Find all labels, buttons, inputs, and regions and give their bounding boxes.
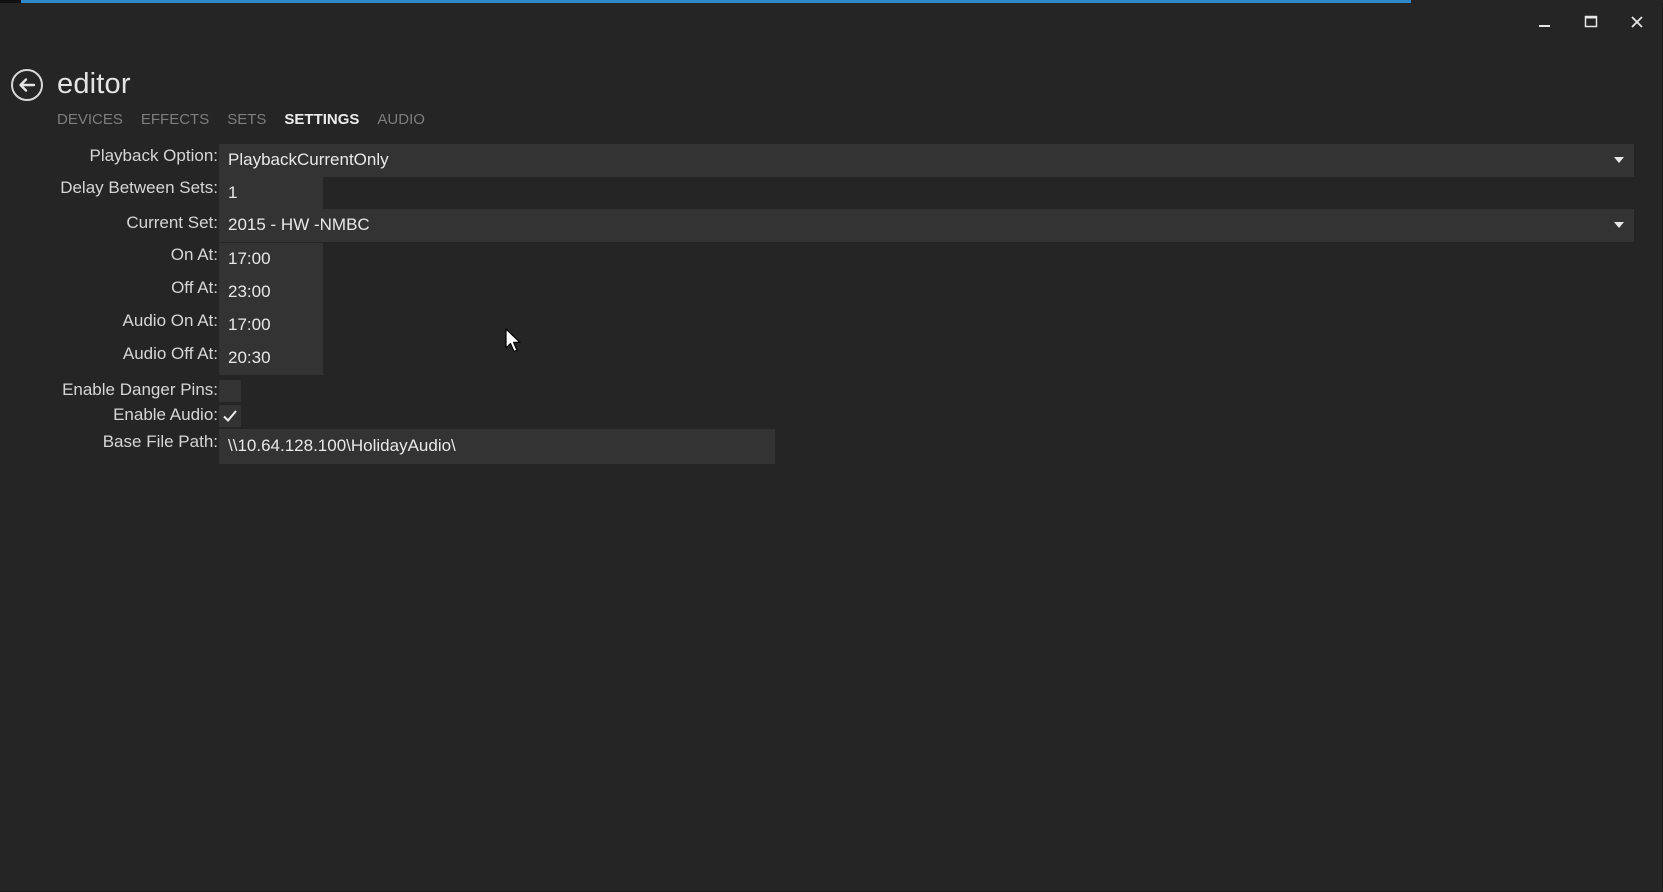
close-button[interactable] xyxy=(1619,10,1655,34)
chevron-down-icon xyxy=(1614,157,1624,163)
tab-bar: DEVICES EFFECTS SETS SETTINGS AUDIO xyxy=(57,110,425,130)
tab-devices[interactable]: DEVICES xyxy=(57,110,123,130)
playback-option-label: Playback Option: xyxy=(89,146,218,165)
tab-settings[interactable]: SETTINGS xyxy=(284,110,359,130)
mouse-cursor-icon xyxy=(505,328,521,353)
page-title: editor xyxy=(57,68,131,100)
maximize-icon xyxy=(1584,15,1598,28)
current-set-value: 2015 - HW -NMBC xyxy=(228,215,370,234)
top-accent-bar xyxy=(21,0,1411,3)
tab-effects[interactable]: EFFECTS xyxy=(141,110,209,130)
audio-on-at-label: Audio On At: xyxy=(122,311,218,330)
off-at-label: Off At: xyxy=(171,278,218,297)
delay-between-sets-input[interactable]: 1 xyxy=(219,177,323,209)
minimize-button[interactable] xyxy=(1527,10,1563,34)
minimize-icon xyxy=(1539,25,1550,27)
enable-audio-checkbox[interactable] xyxy=(219,405,241,427)
top-strip-edge xyxy=(0,0,21,3)
checkmark-icon xyxy=(223,410,237,422)
enable-danger-pins-label: Enable Danger Pins: xyxy=(62,380,218,399)
back-arrow-icon xyxy=(19,78,36,92)
tab-audio[interactable]: AUDIO xyxy=(377,110,425,130)
editor-window: editor DEVICES EFFECTS SETS SETTINGS AUD… xyxy=(0,0,1663,892)
off-at-input[interactable]: 23:00 xyxy=(219,276,323,309)
audio-off-at-label: Audio Off At: xyxy=(122,344,218,363)
enable-audio-label: Enable Audio: xyxy=(113,405,218,424)
on-at-input[interactable]: 17:00 xyxy=(219,243,323,276)
playback-option-select[interactable]: PlaybackCurrentOnly xyxy=(219,144,1634,177)
enable-danger-pins-checkbox[interactable] xyxy=(219,380,241,402)
current-set-label: Current Set: xyxy=(126,213,218,232)
maximize-button[interactable] xyxy=(1573,10,1609,34)
playback-option-value: PlaybackCurrentOnly xyxy=(228,150,389,169)
chevron-down-icon xyxy=(1614,222,1624,228)
audio-off-at-input[interactable]: 20:30 xyxy=(219,342,323,375)
base-file-path-input[interactable]: \\10.64.128.100\HolidayAudio\ xyxy=(219,429,775,464)
base-file-path-label: Base File Path: xyxy=(102,432,218,451)
back-button[interactable] xyxy=(11,69,43,101)
tab-sets[interactable]: SETS xyxy=(227,110,266,130)
close-icon xyxy=(1631,16,1643,28)
on-at-label: On At: xyxy=(170,245,218,264)
current-set-select[interactable]: 2015 - HW -NMBC xyxy=(219,209,1634,242)
top-accent-strip xyxy=(0,0,1663,3)
delay-between-sets-label: Delay Between Sets: xyxy=(60,178,218,197)
audio-on-at-input[interactable]: 17:00 xyxy=(219,309,323,342)
